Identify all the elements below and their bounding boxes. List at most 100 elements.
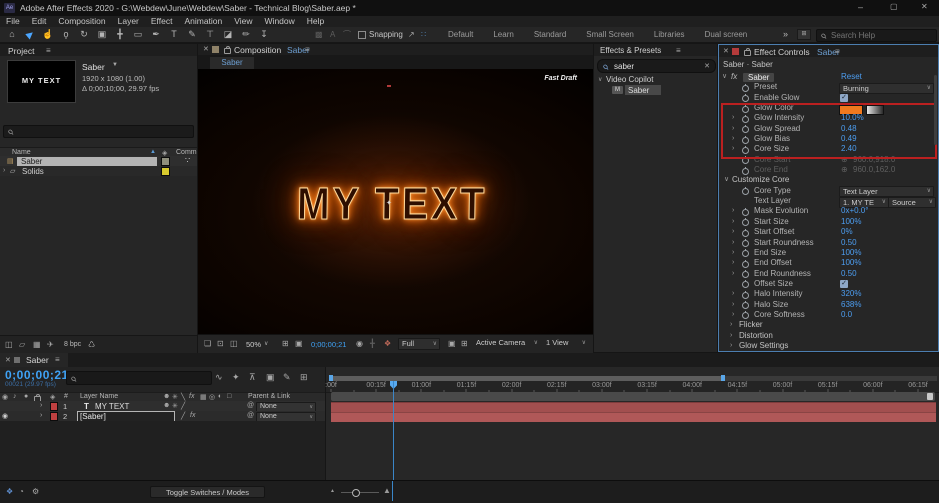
stopwatch-icon[interactable] [742,135,749,144]
fx-row-text-layer[interactable]: Text Layer 1. MY TE ∨ Source ∨ [719,196,938,208]
table-row[interactable]: ▤ Saber ∵ [0,156,197,166]
transparency-grid-icon[interactable]: ⊡ [217,339,224,348]
fx-row-saber[interactable]: ∨ fx Saber Reset [719,72,938,82]
property-value[interactable]: 0.0 [841,310,852,320]
property-value[interactable]: 0.50 [841,238,857,248]
expander-icon[interactable]: › [730,331,732,341]
panel-menu-icon[interactable]: ≡ [305,45,310,54]
project-tab[interactable]: Project [8,46,34,56]
menu-view[interactable]: View [228,16,258,27]
expander-icon[interactable]: › [732,258,734,268]
scrollbar[interactable] [934,75,937,145]
property-value[interactable]: 10.0% [841,113,864,123]
fx-row-glow-spread[interactable]: › Glow Spread 0.48 [719,124,938,134]
expander-icon[interactable]: ∨ [598,76,602,83]
stopwatch-icon[interactable] [742,259,749,268]
stopwatch-icon[interactable] [742,104,749,113]
chevron-down-icon[interactable]: ∨ [264,340,268,347]
fx-row-customize-core[interactable]: ∨ Customize Core [719,175,938,185]
quality-toggle-icon[interactable]: ╱ [181,402,185,410]
menu-help[interactable]: Help [301,16,330,27]
delete-icon[interactable]: ♺ [88,340,95,349]
zoom-out-icon[interactable]: ▲ [330,488,335,494]
stopwatch-icon[interactable] [742,94,749,103]
expander-icon[interactable]: › [732,248,734,258]
frame-blending-icon[interactable]: ▣ [266,372,275,383]
menu-layer[interactable]: Layer [112,16,145,27]
panel-menu-icon[interactable]: ≡ [55,355,60,364]
zoom-slider-track[interactable] [341,492,379,493]
stopwatch-icon[interactable] [742,301,749,310]
draft-3d-icon[interactable]: ✦ [232,372,240,383]
lock-icon[interactable] [744,48,751,56]
timeline-navigator[interactable] [331,392,935,401]
property-value[interactable]: 0.49 [841,134,857,144]
layer-name-input[interactable] [80,412,170,421]
tab-saber[interactable]: Saber [210,57,254,69]
live-update-icon[interactable]: ❖ [6,487,13,496]
expander-icon[interactable]: › [732,269,734,279]
viewport-timecode[interactable]: 0;00;00;21 [311,340,346,349]
effects-group-row[interactable]: ∨ Video Copilot [594,75,717,85]
fx-row-glow-intensity[interactable]: › Glow Intensity 10.0% [719,113,938,123]
resolution-dropdown[interactable]: Full ∨ [398,338,440,350]
shy-layers-icon[interactable]: ⊼ [249,372,256,383]
navigator-handle[interactable] [927,393,933,400]
snap-grid-icon[interactable]: ∷ [421,27,426,42]
property-value[interactable]: 2.40 [841,144,857,154]
fx-row-end-size[interactable]: › End Size 100% [719,248,938,258]
stopwatch-icon[interactable] [742,270,749,279]
pen-tool-icon[interactable]: ✒ [147,27,165,42]
stopwatch-icon[interactable] [742,311,749,320]
puppet-pin-tool-icon[interactable]: ↧ [255,27,273,42]
expander-icon[interactable]: › [732,227,734,237]
enable-glow-checkbox[interactable]: ✓ [840,93,848,102]
shy-toggle-icon[interactable]: ☻ [163,402,170,409]
label-color-swatch[interactable] [161,157,170,166]
workspace-small-screen[interactable]: Small Screen [576,27,644,42]
stopwatch-icon[interactable] [742,125,749,134]
expander-icon[interactable]: › [730,341,732,351]
view-layout-dropdown[interactable]: 1 View ∨ [546,338,586,348]
close-icon[interactable]: ✕ [5,356,11,364]
timeline-timecode[interactable]: 0;00;00;21 [5,368,69,382]
color-depth-label[interactable]: 8 bpc [64,341,81,348]
fx-row-core-end[interactable]: Core End ⊕ 960.0,162.0 [719,165,938,175]
new-composition-icon[interactable]: ▦ [33,340,41,349]
expander-icon[interactable]: › [40,412,42,419]
fx-row-end-offset[interactable]: › End Offset 100% [719,258,938,268]
brush-tool-icon[interactable]: ✎ [183,27,201,42]
channels-icon[interactable]: ❖ [384,339,391,348]
workspace-overflow[interactable]: » [783,27,788,42]
zoom-level[interactable]: 50% [246,340,261,349]
stopwatch-icon[interactable] [742,239,749,247]
region-of-interest-icon[interactable]: ▣ [295,339,303,348]
quality-toggle-icon[interactable]: ╱ [181,412,185,420]
manage-workspaces-icon[interactable]: ⊞ [797,29,811,40]
grid-options-icon[interactable]: ❏ [204,339,211,348]
stopwatch-icon[interactable] [742,280,749,289]
fx-row-start-size[interactable]: › Start Size 100% [719,217,938,227]
fx-row-core-softness[interactable]: › Core Softness 0.0 [719,310,938,320]
effect-controls-tab[interactable]: Effect Controls [754,47,810,57]
expander-icon[interactable]: › [732,300,734,310]
layer-bar[interactable] [331,401,936,412]
pickwhip-icon[interactable]: @ [247,402,254,409]
column-name[interactable]: Name [12,149,31,156]
label-color-swatch[interactable] [50,412,58,421]
table-row[interactable]: › ▱ Solids [0,166,197,176]
roto-brush-tool-icon[interactable]: ✏ [237,27,255,42]
expander-icon[interactable]: › [732,310,734,320]
expander-icon[interactable]: › [732,238,734,248]
motion-blur-icon[interactable]: ✎ [283,372,291,383]
workspace-libraries[interactable]: Libraries [644,27,695,42]
rotation-tool-icon[interactable]: ↻ [75,27,93,42]
stopwatch-icon[interactable] [742,228,749,237]
graph-editor-icon[interactable]: ⊞ [300,372,308,383]
effects-item-row[interactable]: M Saber [594,85,717,96]
effects-search[interactable]: ϙ ✕ [597,59,716,73]
timeline-search[interactable]: ϙ [66,371,212,385]
fx-row-core-type[interactable]: Core Type Text Layer ∨ [719,186,938,198]
panel-menu-icon[interactable]: ≡ [46,46,51,55]
menu-animation[interactable]: Animation [178,16,228,27]
